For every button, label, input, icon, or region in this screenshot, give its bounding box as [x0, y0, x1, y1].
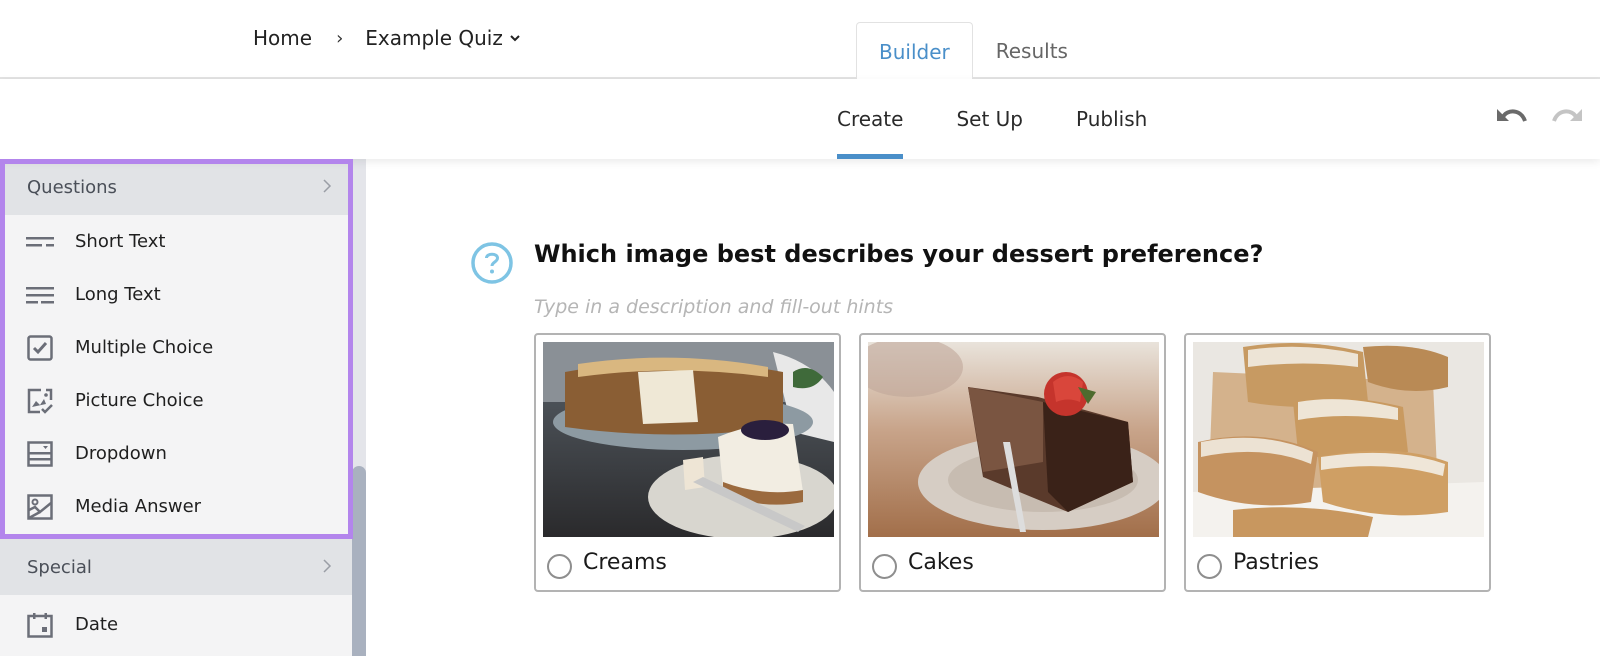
sidebar-item-label: Media Answer [75, 496, 202, 517]
picture-choice-icon [26, 387, 54, 415]
sidebar-item-label: Date [75, 614, 119, 635]
choice-card-cakes[interactable]: Cakes [859, 333, 1166, 592]
sidebar-item-picture-choice[interactable]: Picture Choice [0, 374, 352, 427]
sidebar-item-short-text[interactable]: Short Text [0, 215, 352, 268]
question-description-input[interactable]: Type in a description and fill-out hints [534, 296, 893, 318]
cheesecake-photo [543, 342, 834, 537]
sidebar-item-dropdown[interactable]: Dropdown [0, 427, 352, 480]
sidebar-item-multiple-choice[interactable]: Multiple Choice [0, 321, 352, 374]
choice-label[interactable]: Cakes [908, 550, 974, 575]
group-questions[interactable]: Questions [0, 159, 352, 215]
tab-create[interactable]: Create [837, 79, 904, 159]
question-type-sidebar: Questions Short Text Long Text Multiple … [0, 159, 366, 656]
tab-set-up[interactable]: Set Up [956, 79, 1023, 159]
breadcrumb-home[interactable]: Home [253, 26, 312, 50]
tab-publish[interactable]: Publish [1076, 79, 1147, 159]
choice-label[interactable]: Creams [583, 550, 667, 575]
sidebar-item-label: Long Text [75, 284, 161, 305]
question-circle-icon [471, 242, 513, 284]
group-special[interactable]: Special [0, 539, 352, 595]
quiz-selector[interactable]: Example Quiz [365, 26, 521, 50]
choice-radio[interactable] [547, 554, 572, 579]
sidebar-scrollbar-thumb[interactable] [352, 466, 366, 656]
redo-icon[interactable] [1550, 105, 1584, 129]
long-text-icon [26, 281, 54, 309]
group-special-label: Special [27, 556, 92, 578]
chevron-right-icon [323, 559, 332, 573]
sidebar-item-long-text[interactable]: Long Text [0, 268, 352, 321]
choice-radio[interactable] [872, 554, 897, 579]
tab-results[interactable]: Results [973, 22, 1091, 79]
choice-card-creams[interactable]: Creams [534, 333, 841, 592]
sidebar-item-label: Dropdown [75, 443, 167, 464]
breadcrumb-current: Example Quiz [365, 26, 503, 50]
sidebar-item-date[interactable]: Date [0, 598, 352, 651]
sidebar-item-label: Picture Choice [75, 390, 204, 411]
choice-radio[interactable] [1197, 554, 1222, 579]
media-answer-icon [26, 493, 54, 521]
top-tabs: Builder Results [856, 22, 1091, 81]
calendar-icon [26, 611, 54, 639]
undo-icon[interactable] [1495, 105, 1529, 129]
chocolate-cake-photo [868, 342, 1159, 537]
dropdown-icon [26, 440, 54, 468]
short-text-icon [26, 228, 54, 256]
top-bar: Home › Example Quiz Builder Results [0, 0, 1600, 81]
sub-tabs: Create Set Up Publish [837, 79, 1200, 159]
choice-label[interactable]: Pastries [1233, 550, 1319, 575]
sidebar-item-label: Short Text [75, 231, 166, 252]
question-title[interactable]: Which image best describes your dessert … [534, 240, 1263, 268]
sub-nav: Create Set Up Publish [0, 79, 1600, 159]
chevron-right-icon [323, 179, 332, 193]
pastries-photo [1193, 342, 1484, 537]
tab-builder[interactable]: Builder [856, 22, 973, 81]
breadcrumb: Home › Example Quiz [253, 26, 521, 50]
chevron-down-icon [510, 35, 520, 42]
checkbox-icon [26, 334, 54, 362]
sidebar-item-label: Multiple Choice [75, 337, 214, 358]
group-questions-label: Questions [27, 176, 117, 198]
sidebar-item-media-answer[interactable]: Media Answer [0, 480, 352, 533]
breadcrumb-separator-icon: › [336, 27, 344, 49]
choice-card-pastries[interactable]: Pastries [1184, 333, 1491, 592]
